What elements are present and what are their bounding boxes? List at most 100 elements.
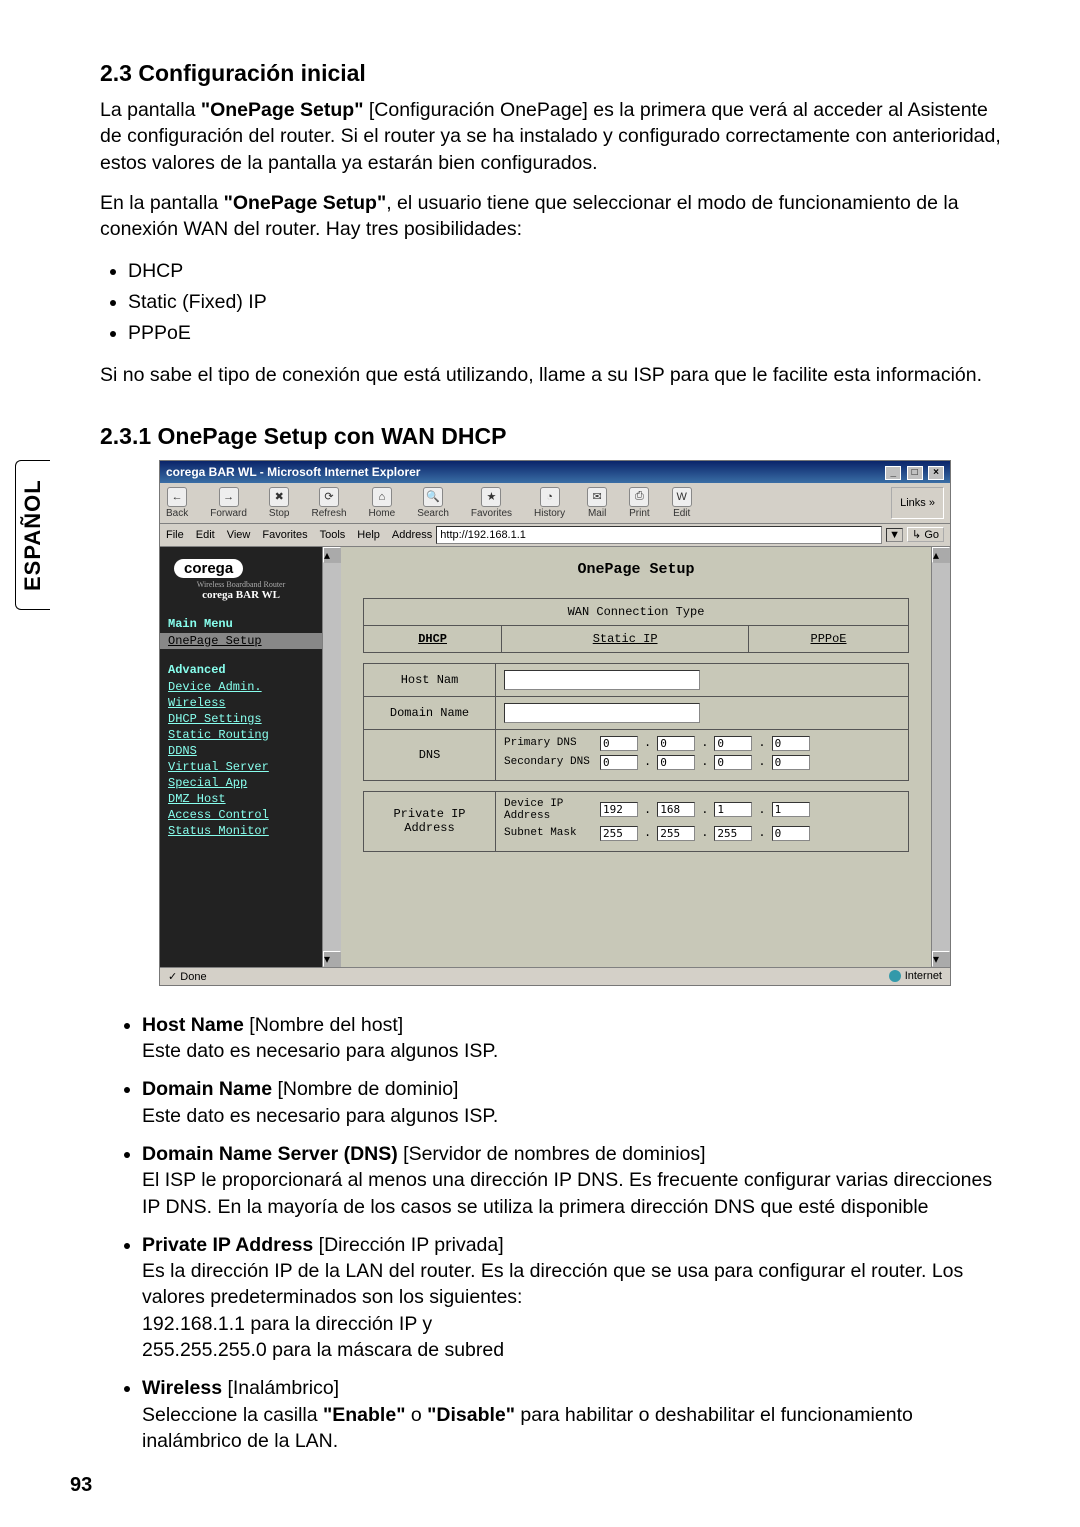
- secondary-dns-octet-4[interactable]: [772, 755, 810, 770]
- sidebar-item-device-admin[interactable]: Device Admin.: [160, 679, 322, 695]
- primary-dns-octet-1[interactable]: [600, 736, 638, 751]
- primary-dns-octet-2[interactable]: [657, 736, 695, 751]
- sidebar-item-wireless[interactable]: Wireless: [160, 695, 322, 711]
- subnet-octet-3[interactable]: [714, 826, 752, 841]
- go-label: Go: [924, 529, 939, 541]
- subnet-octet-1[interactable]: [600, 826, 638, 841]
- brand-sub: Wireless Boardband Router: [160, 580, 322, 589]
- scroll-up-icon[interactable]: ▴: [932, 547, 950, 563]
- sidebar-item-access-control[interactable]: Access Control: [160, 807, 322, 823]
- address-label: Address: [392, 529, 432, 541]
- maximize-button[interactable]: □: [907, 466, 923, 480]
- favorites-button[interactable]: ★Favorites: [471, 487, 512, 519]
- hint: [Dirección IP privada]: [313, 1234, 503, 1256]
- router-main-panel: OnePage Setup WAN Connection Type DHCP S…: [341, 547, 931, 967]
- menu-help[interactable]: Help: [357, 529, 380, 541]
- menu-edit[interactable]: Edit: [196, 529, 215, 541]
- page-number: 93: [70, 1474, 92, 1497]
- back-button[interactable]: ←Back: [166, 487, 188, 519]
- page-title: OnePage Setup: [363, 561, 909, 578]
- minimize-button[interactable]: _: [885, 466, 901, 480]
- stop-button[interactable]: ✖Stop: [269, 487, 290, 519]
- tab-pppoe[interactable]: PPPoE: [749, 625, 909, 652]
- links-toolbar[interactable]: Links »: [891, 487, 944, 519]
- sidebar-item-special-app[interactable]: Special App: [160, 775, 322, 791]
- go-button[interactable]: ↳ Go: [907, 527, 944, 542]
- history-button[interactable]: ◔History: [534, 487, 565, 519]
- search-button[interactable]: 🔍Search: [417, 487, 449, 519]
- sidebar-item-ddns[interactable]: DDNS: [160, 743, 322, 759]
- forward-button[interactable]: →Forward: [210, 487, 247, 519]
- sidebar-item-dhcp-settings[interactable]: DHCP Settings: [160, 711, 322, 727]
- back-label: Back: [166, 508, 188, 519]
- primary-dns-octet-4[interactable]: [772, 736, 810, 751]
- term: Domain Name Server (DNS): [142, 1143, 398, 1165]
- bold-onepage-setup: "OnePage Setup": [201, 99, 364, 121]
- term: Private IP Address: [142, 1234, 313, 1256]
- links-label: Links: [900, 497, 926, 509]
- address-dropdown[interactable]: ▼: [886, 528, 903, 542]
- menu-favorites[interactable]: Favorites: [262, 529, 307, 541]
- device-ip-octet-2[interactable]: [657, 802, 695, 817]
- sidebar-item-virtual-server[interactable]: Virtual Server: [160, 759, 322, 775]
- home-button[interactable]: ⌂Home: [369, 487, 396, 519]
- scroll-down-icon[interactable]: ▾: [932, 951, 950, 967]
- device-ip-octet-4[interactable]: [772, 802, 810, 817]
- desc-dns: Domain Name Server (DNS) [Servidor de no…: [142, 1141, 1010, 1220]
- device-ip-octet-1[interactable]: [600, 802, 638, 817]
- text: Seleccione la casilla: [142, 1404, 323, 1426]
- sidebar-item-dmz-host[interactable]: DMZ Host: [160, 791, 322, 807]
- subnet-octet-2[interactable]: [657, 826, 695, 841]
- secondary-dns-octet-2[interactable]: [657, 755, 695, 770]
- menu-file[interactable]: File: [166, 529, 184, 541]
- refresh-label: Refresh: [312, 508, 347, 519]
- close-button[interactable]: ×: [928, 466, 944, 480]
- secondary-dns-octet-3[interactable]: [714, 755, 752, 770]
- hint: [Servidor de nombres de dominios]: [398, 1143, 706, 1165]
- sidebar-scrollbar[interactable]: ▴ ▾: [322, 547, 341, 967]
- desc-wireless: Wireless [Inalámbrico] Seleccione la cas…: [142, 1375, 1010, 1454]
- sidebar-item-status-monitor[interactable]: Status Monitor: [160, 823, 322, 839]
- browser-toolbar: ←Back →Forward ✖Stop ⟳Refresh ⌂Home 🔍Sea…: [160, 483, 950, 524]
- window-buttons: _ □ ×: [883, 464, 944, 480]
- menu-view[interactable]: View: [227, 529, 251, 541]
- para-2-3-3: Si no sabe el tipo de conexión que está …: [100, 362, 1010, 388]
- label-device-ip: Device IP Address: [504, 798, 594, 822]
- sidebar-item-onepage-setup[interactable]: OnePage Setup: [160, 633, 322, 649]
- label-host-name: Host Nam: [364, 663, 496, 696]
- favorites-label: Favorites: [471, 508, 512, 519]
- internet-zone-icon: [889, 970, 901, 982]
- private-ip-table: Private IP Address Device IP Address . .…: [363, 791, 909, 852]
- tab-dhcp[interactable]: DHCP: [364, 625, 502, 652]
- desc-domain-name: Domain Name [Nombre de dominio] Este dat…: [142, 1076, 1010, 1129]
- device-ip-octet-3[interactable]: [714, 802, 752, 817]
- address-input[interactable]: [436, 526, 882, 544]
- explanation: El ISP le proporcionará al menos una dir…: [142, 1167, 1010, 1220]
- primary-dns-octet-3[interactable]: [714, 736, 752, 751]
- text: En la pantalla: [100, 192, 224, 214]
- stop-label: Stop: [269, 508, 290, 519]
- router-sidebar: corega Wireless Boardband Router corega …: [160, 547, 322, 967]
- bold-onepage-setup: "OnePage Setup": [224, 192, 387, 214]
- bold-enable: "Enable": [323, 1404, 405, 1426]
- subnet-octet-4[interactable]: [772, 826, 810, 841]
- window-titlebar: corega BAR WL - Microsoft Internet Explo…: [160, 461, 950, 483]
- input-host-name[interactable]: [504, 670, 700, 690]
- refresh-button[interactable]: ⟳Refresh: [312, 487, 347, 519]
- refresh-icon: ⟳: [319, 487, 339, 507]
- para-2-3-2: En la pantalla "OnePage Setup", el usuar…: [100, 190, 1010, 243]
- security-zone: Internet: [889, 970, 942, 983]
- print-button[interactable]: ⎙Print: [629, 487, 650, 519]
- main-scrollbar[interactable]: ▴ ▾: [931, 547, 950, 967]
- mail-button[interactable]: ✉Mail: [587, 487, 607, 519]
- window-title: corega BAR WL - Microsoft Internet Explo…: [166, 465, 420, 479]
- explanation: Es la dirección IP de la LAN del router.…: [142, 1258, 1010, 1311]
- sidebar-item-static-routing[interactable]: Static Routing: [160, 727, 322, 743]
- menu-tools[interactable]: Tools: [320, 529, 346, 541]
- tab-static-ip[interactable]: Static IP: [502, 625, 749, 652]
- scroll-up-icon[interactable]: ▴: [323, 547, 341, 563]
- scroll-down-icon[interactable]: ▾: [323, 951, 341, 967]
- secondary-dns-octet-1[interactable]: [600, 755, 638, 770]
- input-domain-name[interactable]: [504, 703, 700, 723]
- edit-button[interactable]: WEdit: [672, 487, 692, 519]
